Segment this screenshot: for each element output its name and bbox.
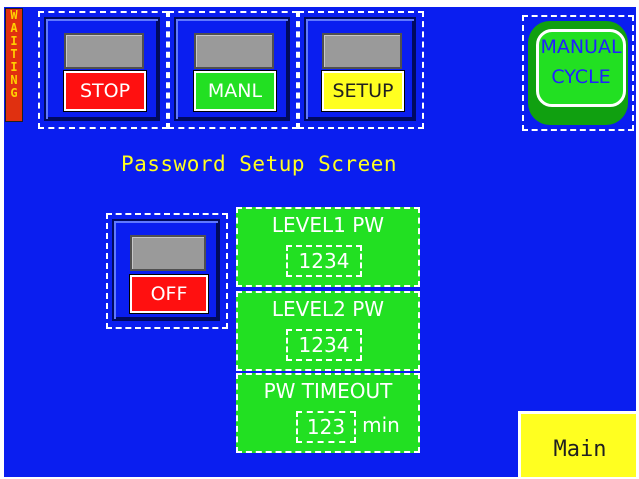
setup-button-frame: SETUP bbox=[304, 17, 416, 121]
level1-password-caption: LEVEL1 PW bbox=[271, 213, 385, 237]
level1-password-field[interactable]: LEVEL1 PW 1234 bbox=[236, 207, 420, 287]
status-letter: G bbox=[10, 86, 18, 100]
page-title: Password Setup Screen bbox=[121, 152, 398, 176]
password-toggle-frame: OFF bbox=[112, 219, 220, 321]
setup-button[interactable]: SETUP bbox=[298, 11, 424, 129]
setup-label: SETUP bbox=[322, 71, 404, 111]
level2-password-caption: LEVEL2 PW bbox=[271, 297, 385, 321]
manual-mode-label: MANL bbox=[194, 71, 276, 111]
password-timeout-caption: PW TIMEOUT bbox=[263, 379, 393, 403]
password-toggle-label: OFF bbox=[130, 275, 208, 313]
level2-password-field[interactable]: LEVEL2 PW 1234 bbox=[236, 291, 420, 371]
manual-mode-button[interactable]: MANL bbox=[168, 11, 298, 129]
password-toggle-button[interactable]: OFF bbox=[106, 213, 228, 329]
manual-cycle-body: MANUAL CYCLE bbox=[528, 21, 628, 125]
stop-label: STOP bbox=[64, 71, 146, 111]
manual-mode-button-frame: MANL bbox=[174, 17, 290, 121]
stop-button[interactable]: STOP bbox=[38, 11, 168, 129]
main-screen-button[interactable]: Main bbox=[518, 411, 636, 477]
password-timeout-field[interactable]: PW TIMEOUT 123 min bbox=[236, 373, 420, 453]
manual-mode-lamp bbox=[194, 33, 274, 69]
status-indicator: W A I T I N G bbox=[5, 8, 23, 122]
password-timeout-unit: min bbox=[362, 413, 400, 437]
manual-cycle-button[interactable]: MANUAL CYCLE bbox=[522, 15, 634, 131]
password-timeout-value[interactable]: 123 bbox=[296, 411, 356, 443]
manual-cycle-face: MANUAL CYCLE bbox=[536, 29, 626, 107]
password-toggle-lamp bbox=[130, 235, 206, 271]
level2-password-value[interactable]: 1234 bbox=[286, 329, 362, 361]
manual-cycle-line1: MANUAL bbox=[540, 36, 622, 58]
level1-password-value[interactable]: 1234 bbox=[286, 245, 362, 277]
stop-lamp bbox=[64, 33, 144, 69]
stop-button-frame: STOP bbox=[44, 17, 160, 121]
manual-cycle-line2: CYCLE bbox=[551, 66, 611, 88]
hmi-screen: W A I T I N G STOP MANL SETUP MANUAL CYC… bbox=[4, 7, 636, 477]
setup-lamp bbox=[322, 33, 402, 69]
